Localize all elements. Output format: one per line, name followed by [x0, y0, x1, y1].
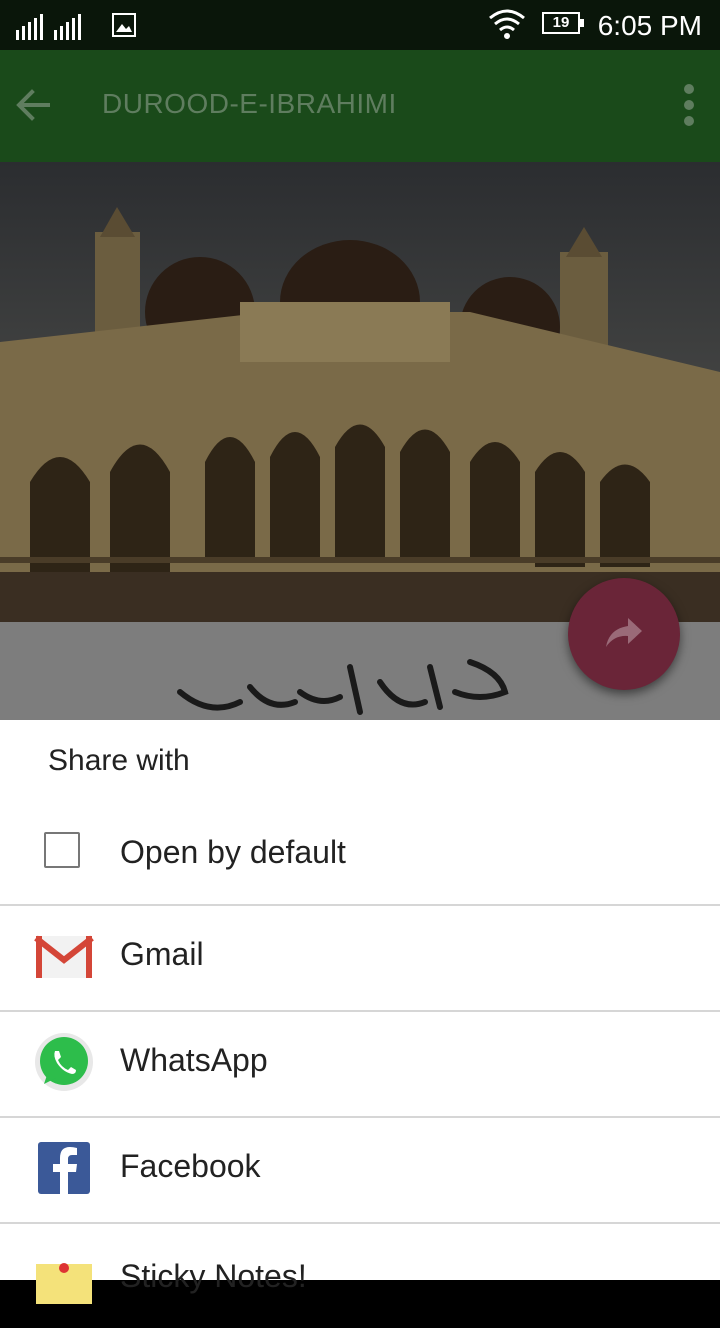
share-option-whatsapp[interactable]: WhatsApp: [0, 1012, 720, 1116]
share-sheet-heading: Share with: [48, 744, 190, 777]
share-sheet: Share with Open by default Gmail WhatsAp…: [0, 720, 720, 1304]
battery-level: 19: [552, 14, 570, 31]
wifi-icon: [489, 9, 525, 39]
facebook-icon: [34, 1138, 94, 1198]
open-by-default-label: Open by default: [120, 834, 346, 870]
back-arrow-icon[interactable]: [14, 86, 52, 124]
status-time: 6:05 PM: [597, 10, 702, 41]
share-option-label: Gmail: [120, 936, 204, 972]
share-option-sticky-notes[interactable]: Sticky Notes!: [0, 1224, 720, 1328]
more-options-icon[interactable]: [680, 82, 698, 128]
sticky-notes-icon: [34, 1244, 94, 1304]
open-by-default-row[interactable]: Open by default: [0, 806, 720, 906]
share-arrow-icon: [606, 618, 642, 647]
share-option-label: WhatsApp: [120, 1042, 268, 1078]
signal-icon: [16, 14, 81, 40]
share-option-facebook[interactable]: Facebook: [0, 1118, 720, 1222]
status-bar: 19 6:05 PM: [0, 0, 720, 50]
share-option-label: Sticky Notes!: [120, 1258, 307, 1294]
whatsapp-icon: [34, 1032, 94, 1092]
share-fab-button[interactable]: [568, 578, 680, 690]
gmail-icon: [34, 926, 94, 986]
battery-icon: 19: [542, 12, 584, 34]
share-option-label: Facebook: [120, 1148, 261, 1184]
open-by-default-checkbox[interactable]: [44, 832, 80, 868]
mosque-image: [0, 162, 720, 622]
page-title: DUROOD-E-IBRAHIMI: [102, 88, 397, 119]
share-option-gmail[interactable]: Gmail: [0, 906, 720, 1010]
app-bar: DUROOD-E-IBRAHIMI: [0, 50, 720, 162]
image-notification-icon: [112, 13, 136, 37]
